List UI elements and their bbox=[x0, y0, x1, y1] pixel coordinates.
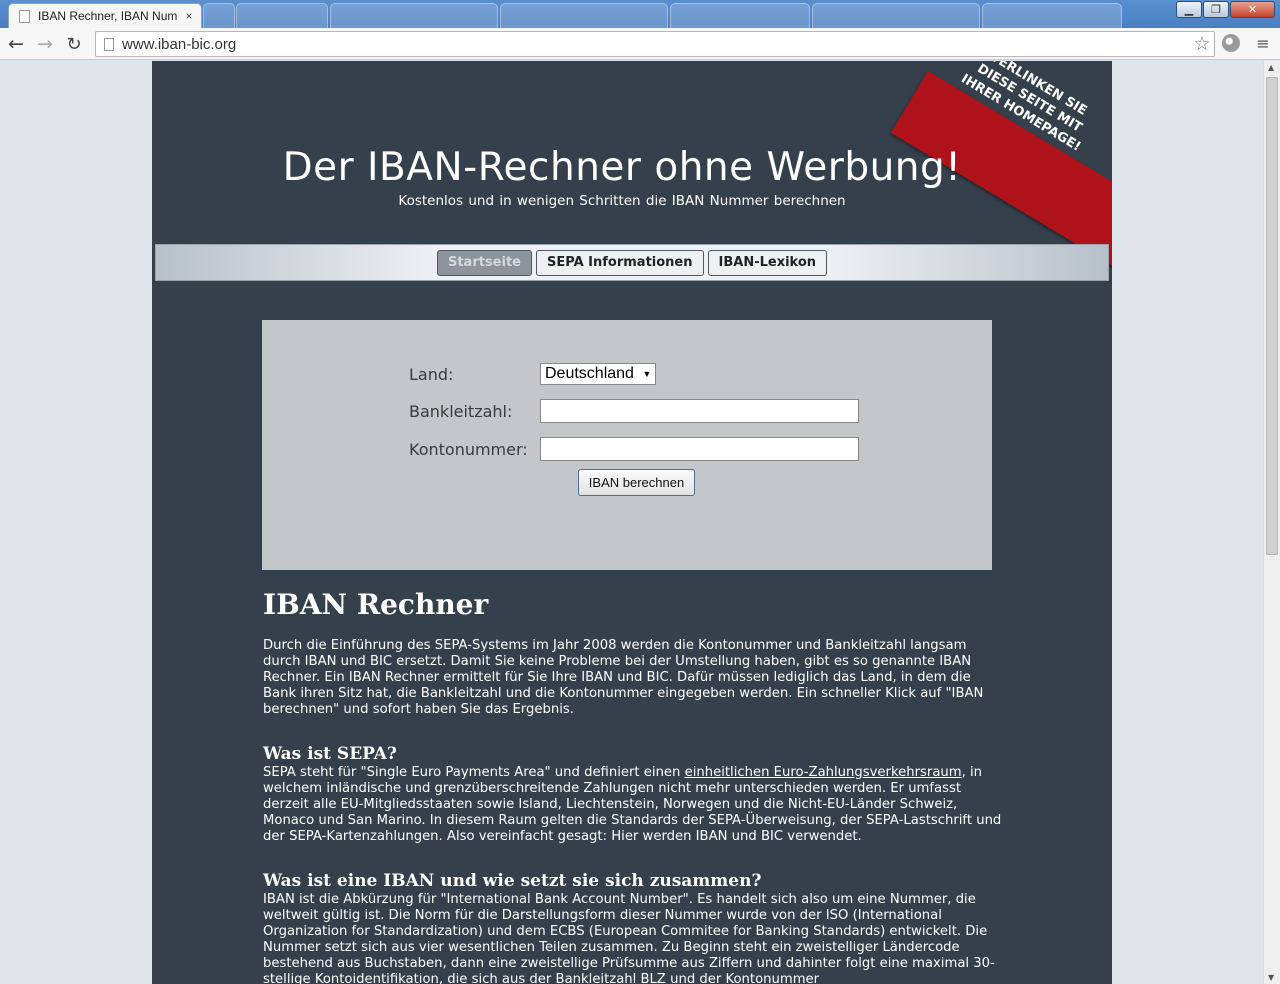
country-select[interactable]: Deutschland ▼ bbox=[540, 363, 656, 385]
browser-tab[interactable] bbox=[670, 3, 810, 28]
country-select-value: Deutschland bbox=[545, 365, 634, 382]
address-bar[interactable]: www.iban-bic.org ☆ bbox=[95, 31, 1215, 57]
tab-close-icon[interactable]: × bbox=[181, 9, 197, 23]
bank-code-input[interactable] bbox=[540, 399, 859, 423]
nav-item-startseite[interactable]: Startseite bbox=[436, 249, 532, 276]
browser-tab-active[interactable]: IBAN Rechner, IBAN Num × bbox=[8, 3, 202, 28]
browser-tab[interactable] bbox=[982, 3, 1122, 28]
nav-item-iban-lexikon[interactable]: IBAN-Lexikon bbox=[707, 249, 828, 276]
address-url[interactable]: www.iban-bic.org bbox=[122, 36, 1190, 53]
extension-icon[interactable] bbox=[1222, 34, 1240, 52]
account-number-input[interactable] bbox=[540, 437, 859, 461]
vertical-scrollbar[interactable]: ▲ ▼ bbox=[1263, 61, 1280, 984]
menu-icon[interactable]: ≡ bbox=[1254, 34, 1272, 54]
calculate-iban-button[interactable]: IBAN berechnen bbox=[578, 469, 695, 496]
browser-tab[interactable] bbox=[330, 3, 498, 28]
window-close-button[interactable]: ✕ bbox=[1230, 1, 1275, 18]
sepa-paragraph: SEPA steht für "Single Euro Payments Are… bbox=[263, 765, 1003, 845]
back-arrow-icon[interactable]: ← bbox=[4, 32, 28, 56]
scroll-up-arrow-icon[interactable]: ▲ bbox=[1268, 63, 1274, 72]
scrollbar-thumb[interactable] bbox=[1266, 77, 1278, 555]
page-viewport: VERLINKEN SIE DIESE SEITE MIT IHRER HOME… bbox=[0, 61, 1263, 984]
iban-heading: Was ist eine IBAN und wie setzt sie sich… bbox=[263, 871, 762, 891]
sepa-text-start: SEPA steht für "Single Euro Payments Are… bbox=[263, 765, 685, 780]
account-number-label: Kontonummer: bbox=[409, 440, 528, 459]
reload-icon[interactable]: ↻ bbox=[62, 32, 86, 56]
new-tab-button[interactable] bbox=[203, 3, 235, 28]
sepa-heading: Was ist SEPA? bbox=[263, 744, 397, 764]
bookmark-star-icon[interactable]: ☆ bbox=[1190, 33, 1214, 55]
scroll-down-arrow-icon[interactable]: ▼ bbox=[1268, 973, 1274, 982]
browser-tab[interactable] bbox=[500, 3, 668, 28]
browser-toolbar: ← → ↻ www.iban-bic.org ☆ ≡ bbox=[0, 28, 1280, 60]
page-favicon-icon bbox=[19, 9, 30, 23]
window-minimize-button[interactable]: ▁ bbox=[1176, 1, 1202, 18]
forward-arrow-icon[interactable]: → bbox=[33, 32, 57, 56]
dropdown-arrow-icon: ▼ bbox=[642, 369, 652, 379]
page-icon bbox=[104, 37, 114, 51]
article-heading: IBAN Rechner bbox=[263, 588, 489, 621]
country-label: Land: bbox=[409, 365, 454, 384]
nav-item-sepa-informationen[interactable]: SEPA Informationen bbox=[536, 249, 704, 276]
page-container: VERLINKEN SIE DIESE SEITE MIT IHRER HOME… bbox=[152, 61, 1112, 984]
bank-code-label: Bankleitzahl: bbox=[409, 402, 513, 421]
euro-payment-area-link[interactable]: einheitlichen Euro-Zahlungsverkehrsraum bbox=[685, 765, 962, 780]
page-subtitle: Kostenlos und in wenigen Schritten die I… bbox=[398, 193, 846, 209]
intro-paragraph: Durch die Einführung des SEPA-Systems im… bbox=[263, 638, 984, 717]
article-content: IBAN Rechner Durch die Einführung des SE… bbox=[263, 588, 1003, 984]
page-title: Der IBAN-Rechner ohne Werbung! bbox=[282, 145, 962, 190]
iban-calculator-form: Land: Deutschland ▼ Bankleitzahl: Konton… bbox=[262, 320, 992, 570]
browser-tab[interactable] bbox=[812, 3, 980, 28]
browser-tab[interactable] bbox=[236, 3, 328, 28]
main-navigation: Startseite SEPA Informationen IBAN-Lexik… bbox=[155, 244, 1109, 281]
iban-paragraph: IBAN ist die Abkürzung für "Internationa… bbox=[263, 892, 995, 984]
browser-tab-strip: IBAN Rechner, IBAN Num × ▁ ❐ ✕ bbox=[0, 0, 1280, 28]
tab-title: IBAN Rechner, IBAN Num bbox=[38, 9, 178, 23]
window-maximize-button[interactable]: ❐ bbox=[1203, 1, 1229, 18]
